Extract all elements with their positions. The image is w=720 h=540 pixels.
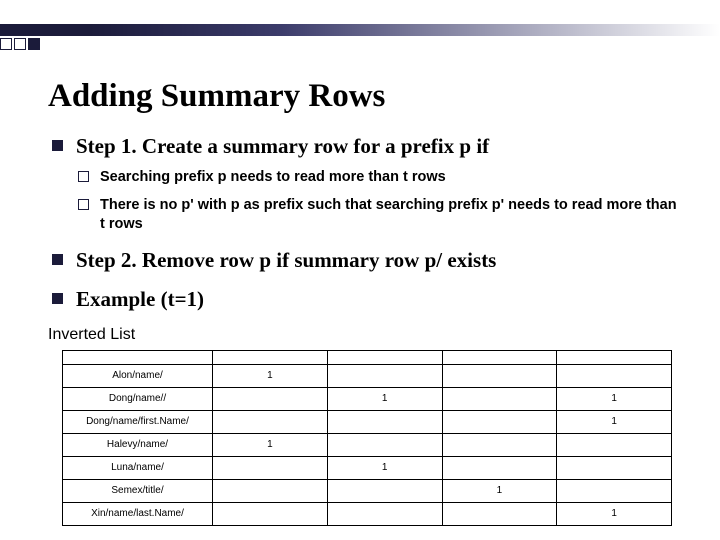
header-cell (63, 350, 213, 364)
cell (213, 502, 328, 525)
table-row: Semex/title/ 1 (63, 479, 672, 502)
cell (557, 433, 672, 456)
row-label: Halevy/name/ (63, 433, 213, 456)
cell (327, 410, 442, 433)
cell: 1 (213, 364, 328, 387)
cell (442, 433, 557, 456)
row-label: Semex/title/ (63, 479, 213, 502)
sub-item: There is no p' with p as prefix such tha… (76, 196, 684, 235)
cell (327, 433, 442, 456)
cell (213, 410, 328, 433)
bullet-item: Step 1. Create a summary row for a prefi… (48, 133, 684, 235)
cell (442, 410, 557, 433)
slide: Adding Summary Rows Step 1. Create a sum… (0, 0, 720, 540)
page-title: Adding Summary Rows (48, 78, 684, 115)
table-label: Inverted List (48, 326, 684, 344)
square-icon (14, 38, 26, 50)
table-row: Halevy/name/ 1 (63, 433, 672, 456)
cell: 1 (557, 502, 672, 525)
accent-fade (90, 24, 720, 36)
cell (327, 364, 442, 387)
table-row: Dong/name// 1 1 (63, 387, 672, 410)
inverted-list-table: Alon/name/ 1 Dong/name// 1 1 Dong/name/f… (62, 350, 672, 526)
square-icon (28, 38, 40, 50)
cell: 1 (442, 479, 557, 502)
accent-squares (0, 38, 42, 50)
cell: 1 (213, 433, 328, 456)
cell (442, 387, 557, 410)
cell (442, 456, 557, 479)
table-row: Luna/name/ 1 (63, 456, 672, 479)
header-cell (327, 350, 442, 364)
accent-bar (0, 24, 720, 36)
bullet-text: Step 1. Create a summary row for a prefi… (76, 134, 489, 158)
square-icon (0, 38, 12, 50)
cell (327, 479, 442, 502)
cell (213, 387, 328, 410)
table-header-row (63, 350, 672, 364)
accent-dark (0, 24, 90, 36)
cell (557, 456, 672, 479)
cell: 1 (557, 410, 672, 433)
cell (557, 479, 672, 502)
row-label: Xin/name/last.Name/ (63, 502, 213, 525)
row-label: Dong/name// (63, 387, 213, 410)
row-label: Dong/name/first.Name/ (63, 410, 213, 433)
sub-item: Searching prefix p needs to read more th… (76, 168, 684, 188)
row-label: Luna/name/ (63, 456, 213, 479)
cell (213, 479, 328, 502)
header-cell (442, 350, 557, 364)
cell: 1 (327, 387, 442, 410)
cell (213, 456, 328, 479)
table-row: Xin/name/last.Name/ 1 (63, 502, 672, 525)
bullet-list: Step 1. Create a summary row for a prefi… (48, 133, 684, 314)
cell: 1 (557, 387, 672, 410)
row-label: Alon/name/ (63, 364, 213, 387)
header-cell (213, 350, 328, 364)
bullet-item: Step 2. Remove row p if summary row p/ e… (48, 247, 684, 274)
header-cell (557, 350, 672, 364)
cell (442, 502, 557, 525)
table-row: Alon/name/ 1 (63, 364, 672, 387)
content-area: Adding Summary Rows Step 1. Create a sum… (48, 78, 684, 526)
cell (557, 364, 672, 387)
bullet-item: Example (t=1) (48, 286, 684, 313)
table-row: Dong/name/first.Name/ 1 (63, 410, 672, 433)
cell: 1 (327, 456, 442, 479)
table-wrap: Alon/name/ 1 Dong/name// 1 1 Dong/name/f… (62, 350, 684, 526)
cell (442, 364, 557, 387)
cell (327, 502, 442, 525)
sub-list: Searching prefix p needs to read more th… (76, 168, 684, 235)
